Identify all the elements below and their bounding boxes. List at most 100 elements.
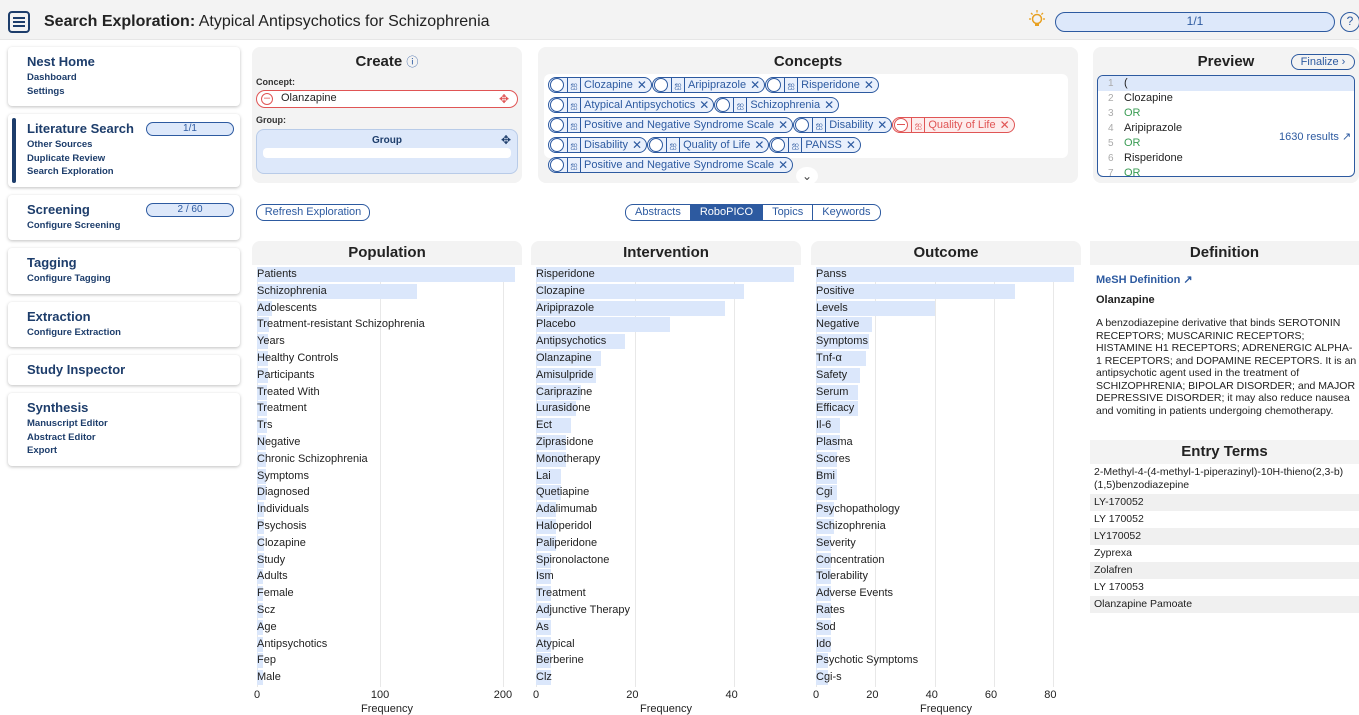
concept-chip[interactable]: ஐ Atypical Antipsychotics ✕	[548, 97, 715, 113]
toggle-circle-icon[interactable]	[550, 158, 564, 172]
close-icon[interactable]: ✕	[778, 158, 788, 172]
concept-chip[interactable]: ஐ Schizophrenia ✕	[714, 97, 840, 113]
concept-chip[interactable]: ஐ Aripiprazole ✕	[651, 77, 766, 93]
close-icon[interactable]: ✕	[754, 138, 764, 152]
tab-abstracts[interactable]: Abstracts	[625, 204, 691, 221]
concept-chip[interactable]: ஐ Clozapine ✕	[548, 77, 652, 93]
sidebar-link[interactable]: Configure Tagging	[27, 272, 230, 286]
move-icon[interactable]: ✥	[499, 92, 509, 107]
bar-label: Ido	[816, 637, 832, 650]
toggle-circle-icon[interactable]	[550, 118, 564, 132]
concept-input[interactable]: – Olanzapine ✥	[256, 90, 518, 108]
sidebar-link[interactable]: Other Sources	[27, 138, 230, 152]
progress-pill[interactable]: 1/1	[1055, 12, 1335, 32]
concept-chip[interactable]: ஐ Positive and Negative Syndrome Scale ✕	[548, 157, 794, 173]
sidebar-link[interactable]: Configure Screening	[27, 219, 230, 233]
concepts-list: ஐ Clozapine ✕ ஐ Aripiprazole ✕ ஐ Risperidone ✕ ஐ A…	[544, 74, 1068, 173]
close-icon[interactable]: ✕	[824, 98, 834, 112]
sidebar-section-title[interactable]: Synthesis	[27, 399, 230, 417]
group-dropzone[interactable]	[263, 148, 511, 158]
sidebar-link[interactable]: Dashboard	[27, 71, 230, 85]
chart-title: Intervention	[531, 241, 801, 265]
concept-chip-label: Atypical Antipsychotics	[584, 99, 696, 111]
group-box[interactable]: Group ✥	[256, 129, 518, 174]
sidebar-section-title[interactable]: Extraction	[27, 308, 230, 326]
entry-term[interactable]: Zolafren	[1090, 562, 1359, 579]
close-icon[interactable]: ✕	[699, 98, 709, 112]
toggle-circle-icon[interactable]	[653, 78, 668, 92]
close-icon[interactable]: ✕	[864, 78, 874, 92]
finalize-button[interactable]: Finalize ›	[1291, 54, 1355, 70]
preview-query[interactable]: 1(2 Clozapine 3 OR 4 Aripiprazole 5 OR 6 Risperid…	[1097, 75, 1355, 177]
entry-term[interactable]: LY170052	[1090, 528, 1359, 545]
toggle-circle-icon[interactable]	[649, 138, 664, 152]
close-icon[interactable]: ✕	[778, 118, 788, 132]
bar-label: Concentration	[816, 553, 885, 566]
definition-title: Definition	[1090, 241, 1359, 265]
remove-icon[interactable]: –	[261, 93, 273, 105]
toggle-circle-icon[interactable]	[550, 98, 564, 112]
bar-label: Bmi	[816, 469, 835, 482]
concept-chip[interactable]: ஐ Positive and Negative Syndrome Scale ✕	[548, 117, 794, 133]
sidebar-link[interactable]: Abstract Editor	[27, 431, 230, 445]
lightbulb-icon[interactable]	[1028, 10, 1046, 30]
line-number: 5	[1108, 138, 1114, 149]
close-icon[interactable]: ✕	[632, 138, 642, 152]
info-icon[interactable]: ⓘ	[406, 55, 418, 69]
sidebar-progress-pill: 2 / 60	[146, 202, 234, 217]
tab-keywords[interactable]: Keywords	[813, 204, 881, 221]
bar-label: Tolerability	[816, 570, 868, 583]
move-icon[interactable]: ✥	[501, 133, 511, 147]
entry-term[interactable]: LY 170052	[1090, 511, 1359, 528]
concept-chip[interactable]: ஐ Disability ✕	[548, 137, 648, 153]
close-icon[interactable]: ✕	[877, 118, 887, 132]
entry-term[interactable]: Zyprexa	[1090, 545, 1359, 562]
concept-chip[interactable]: ஐ Quality of Life ✕	[647, 137, 770, 153]
concept-chip[interactable]: ஐ Quality of Life ✕	[892, 117, 1015, 133]
concept-chip[interactable]: ஐ Disability ✕	[793, 117, 893, 133]
close-icon[interactable]: ✕	[1000, 118, 1010, 132]
sidebar-link[interactable]: Manuscript Editor	[27, 417, 230, 431]
entry-term[interactable]: 2-Methyl-4-(4-methyl-1-piperazinyl)-10H-…	[1090, 464, 1359, 494]
group-label: Group:	[256, 115, 286, 125]
sidebar-link[interactable]: Duplicate Review	[27, 152, 230, 166]
line-number: 4	[1108, 123, 1114, 134]
sidebar-section-title[interactable]: Tagging	[27, 254, 230, 272]
sidebar-section-title[interactable]: Nest Home	[27, 53, 230, 71]
tab-robopico[interactable]: RoboPICO	[690, 204, 764, 221]
toggle-circle-icon[interactable]	[894, 118, 909, 132]
line-number: 1	[1108, 78, 1114, 89]
concept-chip[interactable]: ஐ PANSS ✕	[769, 137, 861, 153]
refresh-exploration-button[interactable]: Refresh Exploration	[256, 204, 370, 221]
sidebar-link[interactable]: Configure Extraction	[27, 326, 230, 340]
tab-topics[interactable]: Topics	[763, 204, 814, 221]
bar-label: Serum	[816, 385, 849, 398]
toggle-circle-icon[interactable]	[767, 78, 782, 92]
close-icon[interactable]: ✕	[846, 138, 856, 152]
toggle-circle-icon[interactable]	[771, 138, 786, 152]
bar-label: Study	[257, 553, 286, 566]
toggle-circle-icon[interactable]	[795, 118, 810, 132]
bar-label: Ziprasidone	[536, 436, 594, 448]
close-icon[interactable]: ✕	[637, 78, 647, 92]
bar[interactable]	[816, 267, 1074, 282]
entry-term[interactable]: LY-170052	[1090, 494, 1359, 511]
entry-term[interactable]: LY 170053	[1090, 579, 1359, 596]
toggle-circle-icon[interactable]	[550, 78, 564, 92]
sidebar-link[interactable]: Export	[27, 444, 230, 458]
help-icon[interactable]: ?	[1340, 12, 1359, 32]
chevron-down-icon[interactable]: ⌄	[796, 167, 818, 185]
results-link[interactable]: 1630 results ↗	[1279, 130, 1352, 143]
sidebar-link[interactable]: Settings	[27, 85, 230, 99]
entry-term[interactable]: Olanzapine Pamoate	[1090, 596, 1359, 613]
toggle-circle-icon[interactable]	[716, 98, 731, 112]
mesh-definition-link[interactable]: MeSH Definition ↗	[1096, 273, 1193, 286]
bar-label: Patients	[257, 268, 297, 280]
bar-label: Haloperidol	[536, 520, 592, 532]
concept-chip[interactable]: ஐ Risperidone ✕	[765, 77, 879, 93]
close-icon[interactable]: ✕	[750, 78, 760, 92]
menu-icon[interactable]	[8, 11, 30, 33]
sidebar-link[interactable]: Search Exploration	[27, 165, 230, 179]
toggle-circle-icon[interactable]	[550, 138, 564, 152]
sidebar-section-title[interactable]: Study Inspector	[27, 361, 230, 379]
